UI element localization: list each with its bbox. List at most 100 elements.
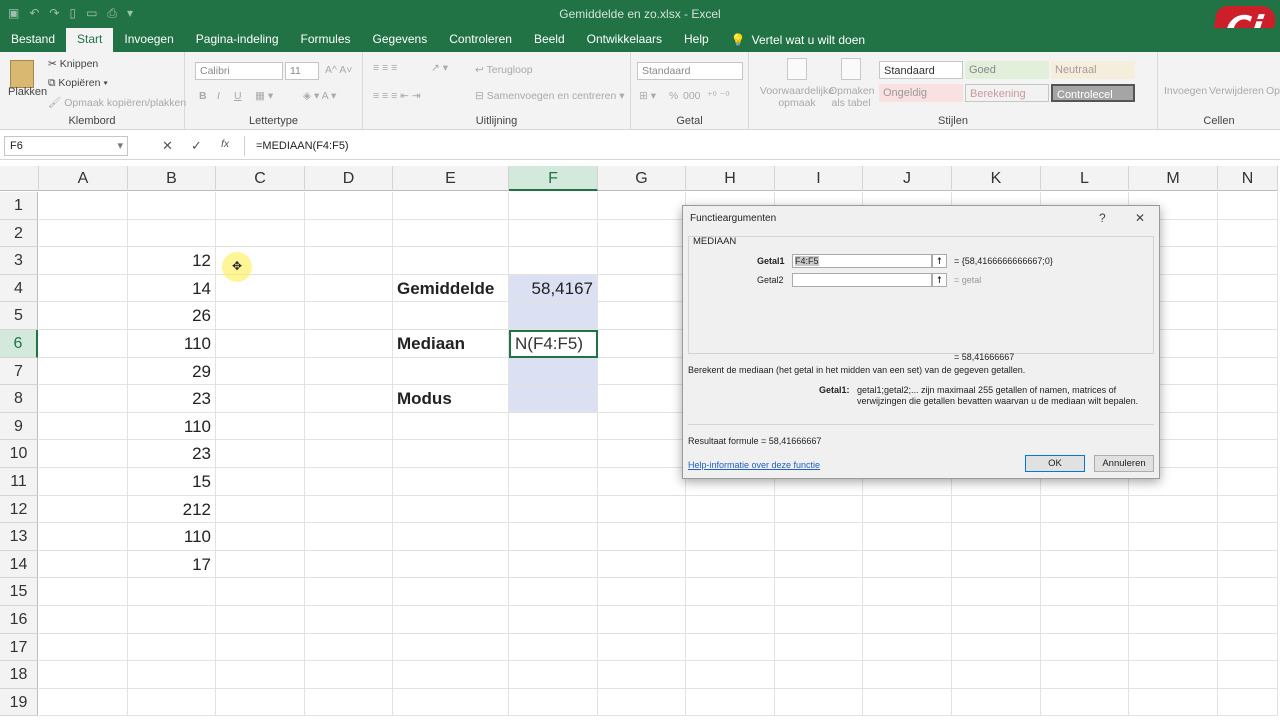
cell-b3[interactable]: 12 <box>128 247 216 275</box>
cell-k19[interactable] <box>952 688 1041 717</box>
cell-b15[interactable] <box>128 578 216 606</box>
cell-l13[interactable] <box>1041 523 1129 551</box>
cell-n7[interactable] <box>1218 357 1278 386</box>
cell-n4[interactable] <box>1218 274 1278 303</box>
arg2-collapse-icon[interactable]: ⭡ <box>932 273 947 287</box>
cell-l19[interactable] <box>1041 688 1129 717</box>
cell-n13[interactable] <box>1218 523 1278 551</box>
cell-f2[interactable] <box>509 219 598 248</box>
select-all-corner[interactable] <box>0 166 39 191</box>
cell-a19[interactable] <box>39 688 128 717</box>
cell-h18[interactable] <box>686 661 775 689</box>
cell-a17[interactable] <box>39 633 128 662</box>
cell-l12[interactable] <box>1041 495 1129 524</box>
cell-b1[interactable] <box>128 192 216 220</box>
cell-l18[interactable] <box>1041 661 1129 689</box>
cell-a12[interactable] <box>39 495 128 524</box>
font-grow-icon[interactable]: A^ A˅ <box>325 64 352 76</box>
cell-f11[interactable] <box>509 468 598 496</box>
cell-c19[interactable] <box>216 688 305 717</box>
row-header-12[interactable]: 12 <box>0 495 38 524</box>
cell-g10[interactable] <box>598 440 686 468</box>
bold-button[interactable]: B <box>199 90 207 102</box>
tab-bestand[interactable]: Bestand <box>0 28 66 52</box>
conditional-format-button[interactable]: Voorwaardelijke opmaak <box>757 85 837 109</box>
cell-g7[interactable] <box>598 357 686 386</box>
cell-g1[interactable] <box>598 192 686 220</box>
currency-icon[interactable]: ⊞ ▾ <box>639 90 656 102</box>
table-format-button[interactable]: Opmaken als tabel <box>829 85 875 109</box>
cancel-icon[interactable]: ✕ <box>162 138 173 154</box>
cell-d19[interactable] <box>305 688 393 717</box>
cell-a14[interactable] <box>39 550 128 579</box>
column-header-a[interactable]: A <box>39 166 128 191</box>
cell-g14[interactable] <box>598 550 686 579</box>
cell-d3[interactable] <box>305 247 393 275</box>
cell-i16[interactable] <box>775 606 863 634</box>
cell-i13[interactable] <box>775 523 863 551</box>
tab-controleren[interactable]: Controleren <box>438 28 523 52</box>
cell-n2[interactable] <box>1218 219 1278 248</box>
row-header-3[interactable]: 3 <box>0 247 38 275</box>
cell-a15[interactable] <box>39 578 128 606</box>
cell-n17[interactable] <box>1218 633 1278 662</box>
cell-a18[interactable] <box>39 661 128 689</box>
cell-g8[interactable] <box>598 385 686 413</box>
cell-c8[interactable] <box>216 385 305 413</box>
cell-l15[interactable] <box>1041 578 1129 606</box>
row-header-8[interactable]: 8 <box>0 385 38 413</box>
cell-m15[interactable] <box>1129 578 1218 606</box>
cell-n14[interactable] <box>1218 550 1278 579</box>
insert-function-icon[interactable]: fx <box>221 138 229 150</box>
cell-c9[interactable] <box>216 412 305 441</box>
cell-b14[interactable]: 17 <box>128 550 216 579</box>
cell-n3[interactable] <box>1218 247 1278 275</box>
cell-n11[interactable] <box>1218 468 1278 496</box>
percent-button[interactable]: % <box>669 90 678 102</box>
cell-g5[interactable] <box>598 302 686 330</box>
cell-e4[interactable]: Gemiddelde <box>393 274 509 303</box>
cell-a3[interactable] <box>39 247 128 275</box>
cell-b4[interactable]: 14 <box>128 274 216 303</box>
cell-k12[interactable] <box>952 495 1041 524</box>
cell-b10[interactable]: 23 <box>128 440 216 468</box>
row-header-14[interactable]: 14 <box>0 550 38 579</box>
tab-ontwikkelaars[interactable]: Ontwikkelaars <box>576 28 673 52</box>
decimal-icon[interactable]: ⁺⁰ ⁻⁰ <box>707 90 729 102</box>
cell-f15[interactable] <box>509 578 598 606</box>
cell-c5[interactable] <box>216 302 305 330</box>
align-left-icon[interactable]: ≡ ≡ ≡ ⇤ ⇥ <box>373 90 421 102</box>
cell-e16[interactable] <box>393 606 509 634</box>
row-header-10[interactable]: 10 <box>0 440 38 468</box>
row-header-16[interactable]: 16 <box>0 606 38 634</box>
cell-k13[interactable] <box>952 523 1041 551</box>
cell-g18[interactable] <box>598 661 686 689</box>
cell-b17[interactable] <box>128 633 216 662</box>
cell-f1[interactable] <box>509 192 598 220</box>
cell-e10[interactable] <box>393 440 509 468</box>
cell-l17[interactable] <box>1041 633 1129 662</box>
cell-f3[interactable] <box>509 247 598 275</box>
cell-b16[interactable] <box>128 606 216 634</box>
cell-d8[interactable] <box>305 385 393 413</box>
cell-d18[interactable] <box>305 661 393 689</box>
cell-j15[interactable] <box>863 578 952 606</box>
row-header-2[interactable]: 2 <box>0 219 38 248</box>
formula-input[interactable]: =MEDIAAN(F4:F5) <box>256 140 349 152</box>
format-painter-button[interactable]: 🖌 Opmaak kopiëren/plakken <box>48 96 186 109</box>
insert-cells-button[interactable]: Invoegen <box>1164 85 1207 97</box>
cell-e12[interactable] <box>393 495 509 524</box>
column-header-m[interactable]: M <box>1129 166 1218 191</box>
confirm-icon[interactable]: ✓ <box>191 138 202 154</box>
thousands-button[interactable]: 000 <box>683 90 701 102</box>
tab-formules[interactable]: Formules <box>290 28 362 52</box>
cell-g17[interactable] <box>598 633 686 662</box>
cell-l14[interactable] <box>1041 550 1129 579</box>
merge-center-button[interactable]: ⊟ Samenvoegen en centreren ▾ <box>475 90 625 102</box>
orientation-icon[interactable]: ↗ ▾ <box>431 62 448 74</box>
cell-a9[interactable] <box>39 412 128 441</box>
cell-k18[interactable] <box>952 661 1041 689</box>
cell-n19[interactable] <box>1218 688 1278 717</box>
tab-invoegen[interactable]: Invoegen <box>113 28 184 52</box>
cell-b12[interactable]: 212 <box>128 495 216 524</box>
